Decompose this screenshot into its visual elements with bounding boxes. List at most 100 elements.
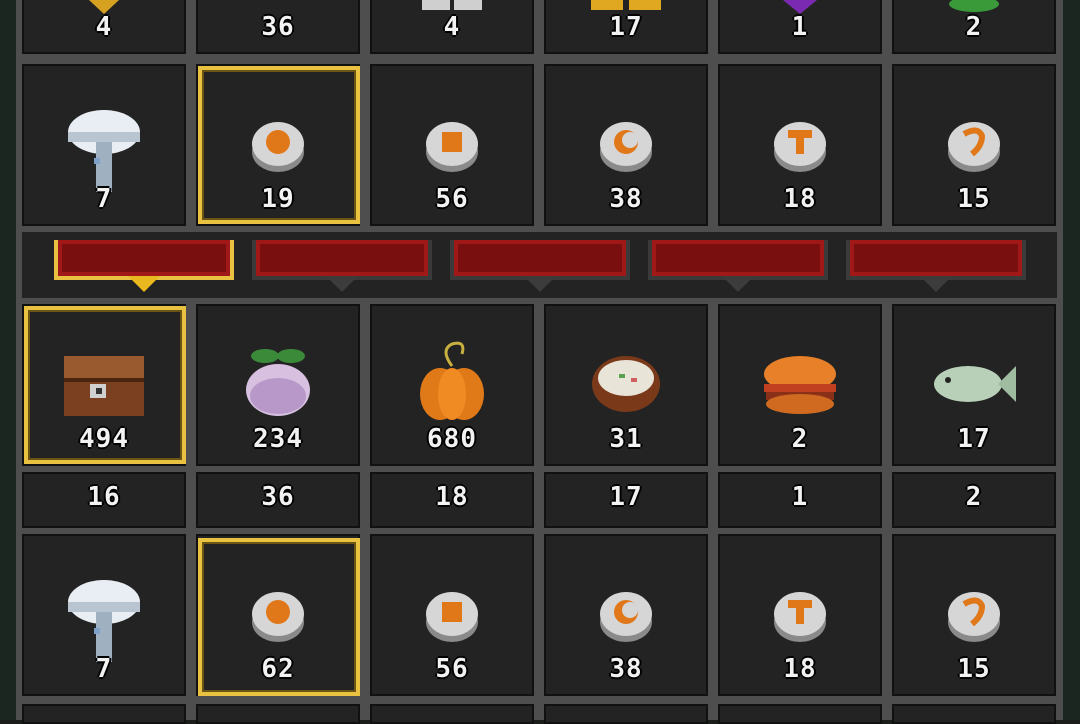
item-count: 2 — [965, 482, 983, 512]
green-leaf-icon — [949, 0, 999, 12]
item-count: 494 — [79, 424, 129, 454]
fish-icon — [934, 366, 1016, 402]
tab-arrow-icon — [722, 276, 754, 292]
skull-cookie-icon — [426, 122, 478, 172]
tab-arrow-icon — [128, 276, 160, 292]
soup-bowl-icon — [592, 356, 660, 412]
inventory-slot[interactable]: 7 — [22, 534, 186, 696]
item-count: 56 — [435, 184, 469, 214]
category-tab-3[interactable] — [450, 240, 630, 292]
moon-cookie-icon — [600, 592, 652, 642]
hook-cookie-icon — [948, 592, 1000, 642]
item-count: 234 — [253, 424, 303, 454]
inventory-slot[interactable]: 15 — [892, 534, 1056, 696]
inventory-slot[interactable]: 4 — [22, 0, 186, 54]
inventory-slot[interactable]: 62 — [196, 534, 360, 696]
inventory-slot[interactable]: 36 — [196, 472, 360, 528]
right-border — [1062, 0, 1080, 720]
item-count: 38 — [609, 654, 643, 684]
inventory-slot[interactable]: 16 — [22, 472, 186, 528]
burger-icon — [764, 356, 836, 414]
item-count: 680 — [427, 424, 477, 454]
item-count: 17 — [957, 424, 991, 454]
item-count: 18 — [435, 482, 469, 512]
inventory-slot[interactable]: 19 — [196, 64, 360, 226]
inventory-slot[interactable]: 36 — [196, 0, 360, 54]
inventory-slot[interactable]: 56 — [370, 64, 534, 226]
inventory-row-partial-bottom — [22, 704, 1056, 724]
inventory-slot[interactable]: 38 — [544, 64, 708, 226]
item-count: 19 — [261, 184, 295, 214]
inventory-slot[interactable]: 17 — [892, 304, 1056, 466]
inventory-slot[interactable]: 2 — [892, 0, 1056, 54]
category-tab-5[interactable] — [846, 240, 1026, 292]
pumpkin-cookie-icon — [252, 592, 304, 642]
tab-arrow-icon — [920, 276, 952, 292]
inventory-slot[interactable]: 2 — [892, 472, 1056, 528]
item-count: 38 — [609, 184, 643, 214]
wrench-cookie-icon — [774, 122, 826, 172]
pumpkin-icon — [420, 341, 484, 420]
inventory-slot[interactable]: 18 — [370, 472, 534, 528]
wrench-cookie-icon — [774, 592, 826, 642]
item-count: 2 — [965, 12, 983, 42]
item-count: 7 — [95, 654, 113, 684]
inventory-slot[interactable]: 4 — [370, 0, 534, 54]
item-count: 4 — [95, 12, 113, 42]
item-count: 7 — [95, 184, 113, 214]
treasure-chest-icon — [64, 356, 144, 416]
item-count: 62 — [261, 654, 295, 684]
item-count: 2 — [791, 424, 809, 454]
inventory-slot[interactable] — [196, 704, 360, 724]
item-count: 18 — [783, 654, 817, 684]
inventory-slot[interactable] — [370, 704, 534, 724]
item-count: 31 — [609, 424, 643, 454]
inventory-slot[interactable]: 18 — [718, 64, 882, 226]
inventory-slot[interactable]: 31 — [544, 304, 708, 466]
inventory-row: 494 234 680 31 2 17 — [22, 304, 1056, 466]
item-count: 4 — [443, 12, 461, 42]
tab-arrow-icon — [326, 276, 358, 292]
category-tab-1[interactable] — [54, 240, 234, 292]
inventory-slot[interactable]: 1 — [718, 0, 882, 54]
inventory-slot[interactable]: 18 — [718, 534, 882, 696]
moon-cookie-icon — [600, 122, 652, 172]
item-count: 18 — [783, 184, 817, 214]
category-tab-2[interactable] — [252, 240, 432, 292]
inventory-slot[interactable]: 15 — [892, 64, 1056, 226]
item-count: 17 — [609, 482, 643, 512]
inventory-slot[interactable] — [892, 704, 1056, 724]
inventory-row: 7 19 56 38 18 15 — [22, 64, 1056, 226]
inventory-row-partial-top: 4 36 4 17 1 2 — [22, 0, 1056, 54]
inventory-slot[interactable]: 17 — [544, 0, 708, 54]
skull-cookie-icon — [426, 592, 478, 642]
item-count: 15 — [957, 184, 991, 214]
inventory-slot[interactable]: 17 — [544, 472, 708, 528]
inventory-slot[interactable] — [22, 704, 186, 724]
gold-bars-icon — [591, 0, 661, 10]
inventory-slot[interactable]: 1 — [718, 472, 882, 528]
inventory-slot[interactable]: 234 — [196, 304, 360, 466]
inventory-slot[interactable] — [718, 704, 882, 724]
inventory-slot[interactable]: 38 — [544, 534, 708, 696]
inventory-slot[interactable]: 7 — [22, 64, 186, 226]
inventory-slot[interactable]: 56 — [370, 534, 534, 696]
tab-arrow-icon — [524, 276, 556, 292]
item-count: 36 — [261, 12, 295, 42]
item-count: 17 — [609, 12, 643, 42]
item-count: 1 — [791, 482, 809, 512]
inventory-slot[interactable]: 494 — [22, 304, 186, 466]
item-count: 56 — [435, 654, 469, 684]
category-tab-4[interactable] — [648, 240, 828, 292]
item-count: 15 — [957, 654, 991, 684]
silver-bars-icon — [422, 0, 482, 10]
item-count: 16 — [87, 482, 121, 512]
inventory-slot[interactable] — [544, 704, 708, 724]
inventory-slot[interactable]: 2 — [718, 304, 882, 466]
turnip-icon — [246, 349, 310, 416]
pumpkin-cookie-icon — [252, 122, 304, 172]
inventory-row-partial: 16 36 18 17 1 2 — [22, 472, 1056, 528]
item-count: 36 — [261, 482, 295, 512]
inventory-slot[interactable]: 680 — [370, 304, 534, 466]
inventory-row: 7 62 56 38 18 15 — [22, 534, 1056, 696]
